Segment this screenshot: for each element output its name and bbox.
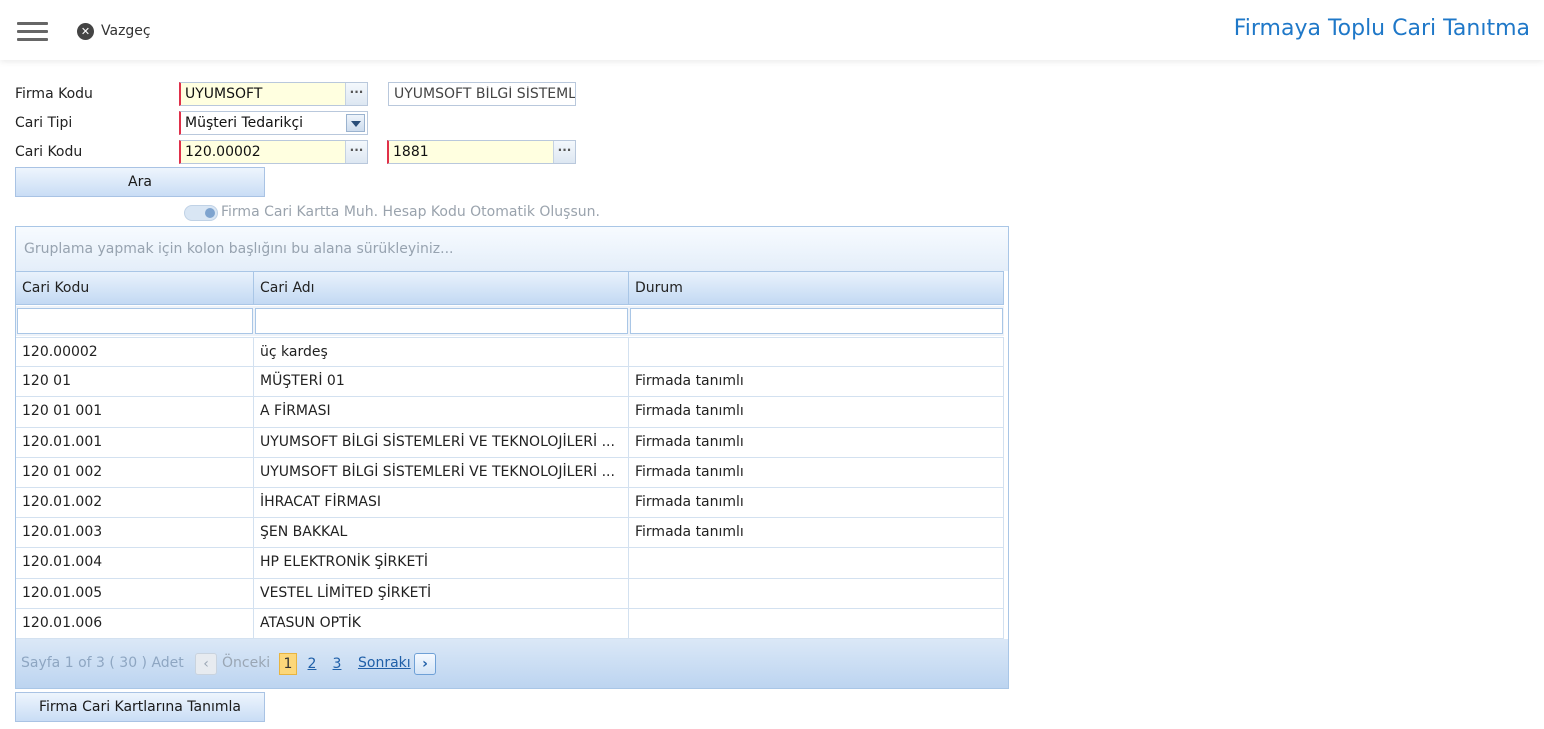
- cell-durum: Firmada tanımlı: [629, 487, 1004, 518]
- cari-kodu-end-input[interactable]: [389, 141, 575, 163]
- cell-cari-adi: UYUMSOFT BİLGİ SİSTEMLERİ VE TEKNOLOJİLE…: [254, 457, 629, 487]
- pager-page-2[interactable]: 2: [303, 653, 321, 675]
- cari-kodu-start-input[interactable]: [181, 141, 367, 163]
- page-title: Firmaya Toplu Cari Tanıtma: [1233, 16, 1530, 41]
- pager-page-1[interactable]: 1: [279, 653, 297, 675]
- table-row[interactable]: 120.00002 üç kardeş: [16, 337, 1004, 368]
- cell-cari-adi: ATASUN OPTİK: [254, 608, 629, 638]
- column-header-cari-adi[interactable]: Cari Adı: [254, 272, 629, 304]
- firma-adi-input: [389, 83, 575, 105]
- grid-header: Cari Kodu Cari Adı Durum: [16, 271, 1004, 305]
- group-panel[interactable]: Gruplama yapmak için kolon başlığını bu …: [16, 227, 1008, 271]
- cell-cari-adi: üç kardeş: [254, 338, 629, 367]
- cell-cari-kodu: 120.00002: [16, 338, 254, 367]
- cell-cari-kodu: 120 01 001: [16, 397, 254, 427]
- column-header-durum[interactable]: Durum: [629, 272, 1004, 304]
- pager-page-3[interactable]: 3: [328, 653, 346, 675]
- grid-body: 120.00002 üç kardeş 120 01 MÜŞTERİ 01 Firma…: [16, 337, 1004, 639]
- cell-durum: Firmada tanımlı: [629, 457, 1004, 487]
- cari-grid: Gruplama yapmak için kolon başlığını bu …: [15, 226, 1009, 689]
- firma-adi-field: [388, 82, 576, 106]
- pager-prev: Önceki: [222, 655, 271, 671]
- cell-durum: [629, 578, 1004, 608]
- cari-tipi-label: Cari Tipi: [15, 115, 73, 131]
- cell-durum: Firmada tanımlı: [629, 427, 1004, 457]
- table-row[interactable]: 120.01.004 HP ELEKTRONİK ŞİRKETİ: [16, 548, 1004, 579]
- cell-cari-adi: UYUMSOFT BİLGİ SİSTEMLERİ VE TEKNOLOJİLE…: [254, 427, 629, 457]
- chevron-left-icon: ‹: [195, 653, 217, 675]
- firma-kodu-lookup-button[interactable]: ···: [345, 83, 367, 105]
- cell-cari-kodu: 120.01.002: [16, 487, 254, 518]
- cell-cari-adi: ŞEN BAKKAL: [254, 518, 629, 548]
- cell-cari-kodu: 120.01.003: [16, 518, 254, 548]
- firma-kodu-field[interactable]: ···: [179, 82, 368, 106]
- cell-durum: [629, 548, 1004, 578]
- firma-kodu-input[interactable]: [181, 83, 367, 105]
- cari-kodu-end-lookup-button[interactable]: ···: [553, 141, 575, 163]
- close-icon: ✕: [77, 22, 94, 40]
- table-row[interactable]: 120.01.002 İHRACAT FİRMASI Firmada tanımlı: [16, 487, 1004, 519]
- table-row[interactable]: 120.01.006 ATASUN OPTİK: [16, 608, 1004, 639]
- cell-cari-adi: MÜŞTERİ 01: [254, 367, 629, 397]
- cell-cari-adi: İHRACAT FİRMASI: [254, 487, 629, 518]
- cari-kodu-label: Cari Kodu: [15, 144, 83, 160]
- firma-kodu-label: Firma Kodu: [15, 86, 93, 102]
- cell-cari-adi: A FİRMASI: [254, 397, 629, 427]
- table-row[interactable]: 120 01 002 UYUMSOFT BİLGİ SİSTEMLERİ VE T…: [16, 457, 1004, 488]
- auto-account-toggle[interactable]: [184, 205, 218, 221]
- cell-durum: Firmada tanımlı: [629, 367, 1004, 397]
- column-header-cari-kodu[interactable]: Cari Kodu: [16, 272, 254, 304]
- pager-info: Sayfa 1 of 3 ( 30 ) Adet: [21, 655, 184, 671]
- cell-cari-kodu: 120 01: [16, 367, 254, 397]
- assign-button[interactable]: Firma Cari Kartlarına Tanımla: [15, 692, 265, 722]
- table-row[interactable]: 120.01.003 ŞEN BAKKAL Firmada tanımlı: [16, 518, 1004, 549]
- pager-next[interactable]: Sonrakı: [358, 655, 411, 671]
- table-row[interactable]: 120.01.001 UYUMSOFT BİLGİ SİSTEMLERİ VE T…: [16, 427, 1004, 458]
- cell-cari-kodu: 120.01.005: [16, 578, 254, 608]
- menu-icon[interactable]: [17, 22, 48, 42]
- cancel-label: Vazgeç: [101, 23, 151, 39]
- cari-kodu-start-lookup-button[interactable]: ···: [345, 141, 367, 163]
- cari-tipi-value: Müşteri Tedarikçi: [185, 115, 304, 131]
- cell-cari-kodu: 120.01.004: [16, 548, 254, 578]
- cell-durum: [629, 608, 1004, 638]
- table-row[interactable]: 120 01 001 A FİRMASI Firmada tanımlı: [16, 397, 1004, 428]
- search-button[interactable]: Ara: [15, 167, 265, 197]
- cell-cari-adi: HP ELEKTRONİK ŞİRKETİ: [254, 548, 629, 578]
- cancel-button[interactable]: ✕ Vazgeç: [77, 22, 151, 40]
- chevron-right-icon[interactable]: ›: [414, 653, 436, 675]
- auto-account-toggle-label: Firma Cari Kartta Muh. Hesap Kodu Otomat…: [221, 204, 600, 220]
- filter-cari-adi[interactable]: [255, 308, 628, 334]
- cell-durum: [629, 338, 1004, 367]
- cell-durum: Firmada tanımlı: [629, 518, 1004, 548]
- cell-cari-adi: VESTEL LİMİTED ŞİRKETİ: [254, 578, 629, 608]
- filter-durum[interactable]: [630, 308, 1003, 334]
- cari-tipi-select[interactable]: Müşteri Tedarikçi: [179, 111, 368, 135]
- chevron-down-icon[interactable]: [346, 114, 365, 132]
- cari-kodu-end-field[interactable]: ···: [387, 140, 576, 164]
- pager: Sayfa 1 of 3 ( 30 ) Adet ‹ Önceki 1 2 3 …: [16, 639, 1008, 688]
- cell-cari-kodu: 120.01.001: [16, 427, 254, 457]
- cell-cari-kodu: 120.01.006: [16, 608, 254, 638]
- cell-cari-kodu: 120 01 002: [16, 457, 254, 487]
- cell-durum: Firmada tanımlı: [629, 397, 1004, 427]
- filter-row: [16, 306, 1004, 336]
- filter-cari-kodu[interactable]: [17, 308, 253, 334]
- cari-kodu-start-field[interactable]: ···: [179, 140, 368, 164]
- table-row[interactable]: 120 01 MÜŞTERİ 01 Firmada tanımlı: [16, 367, 1004, 398]
- table-row[interactable]: 120.01.005 VESTEL LİMİTED ŞİRKETİ: [16, 578, 1004, 609]
- top-bar: ✕ Vazgeç Firmaya Toplu Cari Tanıtma: [0, 0, 1544, 60]
